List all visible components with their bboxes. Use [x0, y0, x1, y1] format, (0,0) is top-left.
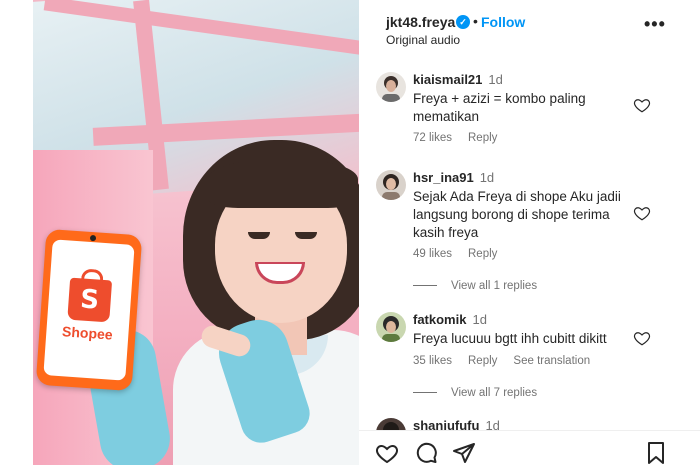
comment-meta: 35 likes Reply See translation [413, 355, 606, 367]
view-replies-button[interactable]: View all 7 replies [413, 387, 537, 399]
view-replies-button[interactable]: View all 1 replies [413, 280, 537, 292]
see-translation-button[interactable]: See translation [513, 355, 590, 367]
comment-likes[interactable]: 72 likes [413, 132, 452, 144]
bangs [208, 160, 358, 208]
audio-label[interactable]: Original audio [386, 33, 460, 47]
comment-username-text[interactable]: fatkomik [413, 312, 466, 327]
comment-time: 1d [488, 72, 503, 87]
comment-time: 1d [485, 418, 500, 430]
view-replies-label[interactable]: View all 7 replies [451, 387, 537, 399]
separator: • [473, 13, 478, 29]
post-actions [359, 430, 700, 465]
avatar[interactable] [376, 418, 406, 430]
post-media[interactable]: S Shopee [33, 0, 359, 465]
view-replies-label[interactable]: View all 1 replies [451, 280, 537, 292]
comment-text: Sejak Ada Freya di shope Aku jadii langs… [413, 189, 621, 240]
more-options-icon[interactable]: ••• [644, 14, 666, 35]
comment-text: Freya + azizi = kombo paling mematikan [413, 91, 586, 124]
reply-button[interactable]: Reply [468, 355, 497, 367]
comment-meta: 72 likes Reply [413, 132, 513, 144]
comments-list[interactable]: kiaismail21 1d Freya + azizi = kombo pali… [359, 60, 700, 430]
comment-likes[interactable]: 35 likes [413, 355, 452, 367]
comment: fatkomik 1d Freya lucuuu bgtt ihh cubitt … [359, 310, 700, 410]
follow-button[interactable]: Follow [481, 14, 525, 30]
verified-badge-icon: ✓ [456, 15, 470, 29]
comment-time: 1d [479, 170, 495, 185]
reply-button[interactable]: Reply [468, 248, 497, 260]
eye [248, 232, 270, 239]
divider [413, 285, 437, 287]
comment-likes[interactable]: 49 likes [413, 248, 452, 260]
comment-username-text[interactable]: shaniufufu [413, 418, 479, 430]
eye [295, 232, 317, 239]
phone-camera [89, 234, 97, 242]
share-icon[interactable] [452, 441, 476, 465]
post-panel: jkt48.freya ✓ • Follow Original audio ••… [359, 0, 700, 465]
avatar[interactable] [376, 312, 406, 342]
phone-screen: S Shopee [43, 239, 135, 381]
shopee-wordmark: Shopee [61, 323, 114, 343]
comment-icon[interactable] [414, 441, 438, 465]
comment-username[interactable]: kiaismail21 1d [413, 72, 503, 87]
comment-username-text[interactable]: kiaismail21 [413, 72, 482, 87]
like-heart-icon[interactable] [633, 96, 651, 114]
comment-time: 1d [472, 312, 487, 327]
avatar[interactable] [376, 72, 406, 102]
comment-username-text[interactable]: hsr_ina91 [413, 170, 474, 185]
heart-icon[interactable] [375, 441, 399, 465]
shopee-bag-logo: S [67, 277, 113, 323]
reply-button[interactable]: Reply [468, 132, 497, 144]
phone: S Shopee [35, 228, 143, 392]
like-heart-icon[interactable] [633, 204, 651, 222]
comment-username[interactable]: hsr_ina91 1d [413, 170, 494, 185]
divider [413, 392, 437, 394]
like-heart-icon[interactable] [633, 329, 651, 347]
comment: shaniufufu 1d [359, 418, 700, 430]
comment-meta: 49 likes Reply [413, 248, 513, 260]
post-header: jkt48.freya ✓ • Follow Original audio ••… [359, 0, 700, 55]
comment-username[interactable]: fatkomik 1d [413, 312, 487, 327]
comment: kiaismail21 1d Freya + azizi = kombo pali… [359, 70, 700, 160]
comment-text: Freya lucuuu bgtt ihh cubitt dikitt [413, 331, 607, 346]
avatar[interactable] [376, 170, 406, 200]
comment-username[interactable]: shaniufufu 1d [413, 418, 500, 430]
post-username[interactable]: jkt48.freya [386, 14, 455, 30]
comment: hsr_ina91 1d Sejak Ada Freya di shope Aku… [359, 168, 700, 298]
bookmark-icon[interactable] [644, 441, 668, 465]
